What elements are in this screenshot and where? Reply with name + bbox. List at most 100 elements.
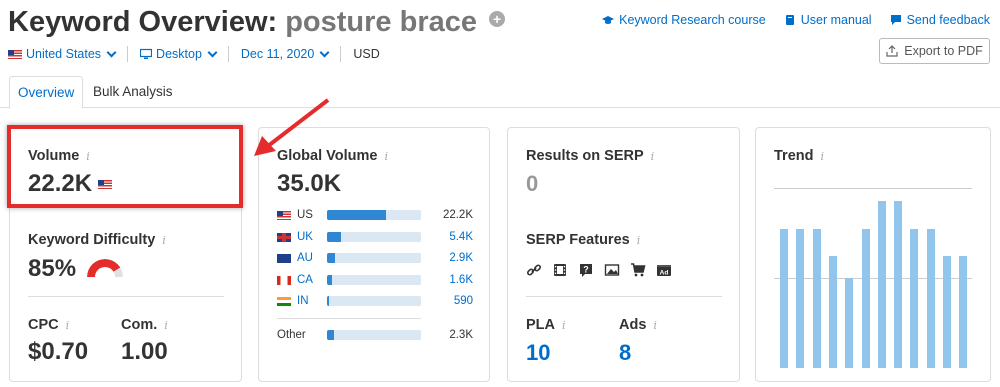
tab-overview[interactable]: Overview [9,76,84,109]
trend-bar[interactable] [861,229,870,368]
volume-bar-fill [327,330,334,340]
divider [340,46,342,62]
image-icon[interactable] [604,262,620,278]
country-row-uk[interactable]: UK 5.4K [277,229,473,245]
export-icon [886,45,898,57]
currency-label: USD [353,47,380,61]
cpc-heading: CPC i [28,317,69,333]
plus-circle-icon[interactable]: + [489,11,506,28]
trend-bar[interactable] [845,278,854,368]
trend-bar[interactable] [877,200,886,368]
pla-value[interactable]: 10 [526,340,550,366]
trend-bar[interactable] [910,229,919,368]
us-flag-icon [277,210,291,220]
trend-bar[interactable] [926,229,935,368]
link-icon[interactable] [526,262,542,278]
user-manual-link[interactable]: User manual [784,13,872,27]
country-volume: 2.9K [449,252,473,264]
volume-bar-fill [327,296,329,306]
other-volume: 2.3K [449,329,473,341]
volume-heading: Volume i [28,148,90,164]
trend-chart [774,188,972,368]
tab-bar: Overview Bulk Analysis [0,76,1000,109]
user-manual-label: User manual [800,13,872,27]
svg-text:?: ? [583,265,589,275]
info-icon[interactable]: i [562,319,566,332]
volume-bar [327,210,421,220]
country-code: CA [297,274,313,286]
country-row-us[interactable]: US 22.2K [277,207,473,223]
country-select[interactable]: United States [8,47,127,61]
country-row-au[interactable]: AU 2.9K [277,250,473,266]
tab-bulk-analysis[interactable]: Bulk Analysis [85,76,181,108]
country-row-other: Other 2.3K [277,327,473,343]
info-icon[interactable]: i [164,319,168,332]
trend-bar[interactable] [894,200,903,368]
gridline [774,188,972,189]
serp-card: Results on SERP i 0 SERP Features i ? Ad P… [507,127,740,382]
divider [227,46,229,62]
chevron-down-icon [207,47,218,57]
device-select[interactable]: Desktop [140,47,228,61]
info-icon[interactable]: i [637,234,641,247]
export-pdf-button[interactable]: Export to PDF [879,38,990,64]
divider [127,46,129,62]
info-icon[interactable]: i [86,150,90,163]
send-feedback-label: Send feedback [906,13,990,27]
volume-value: 22.2K [28,170,113,198]
volume-card: Volume i 22.2K Keyword Difficulty i 85% CP… [9,127,242,382]
info-icon[interactable]: i [820,150,824,163]
trend-bar[interactable] [828,256,837,368]
send-feedback-link[interactable]: Send feedback [890,13,990,27]
ads-value[interactable]: 8 [619,340,631,366]
header: Keyword Overview: posture brace + Keywor… [0,0,1000,76]
country-row-ca[interactable]: CA 1.6K [277,272,473,288]
info-icon[interactable]: i [653,319,657,332]
competition-label: Com. [121,317,158,333]
page-title-label: Keyword Overview: [8,6,278,38]
keyword-research-course-link[interactable]: Keyword Research course [602,13,766,27]
desktop-icon [140,48,153,59]
trend-bar[interactable] [796,229,805,368]
trend-label: Trend [774,148,814,164]
country-volume: 1.6K [449,274,473,286]
ad-icon[interactable]: Ad [656,262,672,278]
cpc-value: $0.70 [28,338,89,365]
trend-bar[interactable] [812,229,821,368]
difficulty-gauge-icon [87,259,123,277]
country-code: UK [297,231,313,243]
uk-flag-icon [277,232,291,242]
ads-label: Ads [619,317,647,333]
film-icon[interactable] [552,262,568,278]
page-title: Keyword Overview: posture brace + [8,6,506,39]
keyword-difficulty-value: 85% [28,255,77,282]
info-icon[interactable]: i [162,234,166,247]
volume-bar-fill [327,210,387,220]
serp-features-heading: SERP Features i [526,232,640,248]
volume-bar-fill [327,232,342,242]
cpc-label: CPC [28,317,59,333]
results-on-serp-value: 0 [526,171,539,196]
info-icon[interactable]: i [66,319,70,332]
question-icon[interactable]: ? [578,262,594,278]
shopping-cart-icon[interactable] [630,262,646,278]
chevron-down-icon [319,47,330,57]
pla-heading: PLA i [526,317,566,333]
divider [526,296,722,297]
trend-bar[interactable] [943,256,951,368]
country-code: US [297,209,313,221]
country-row-in[interactable]: IN 590 [277,293,473,309]
trend-heading: Trend i [774,148,824,164]
speech-bubble-icon [890,15,901,25]
info-icon[interactable]: i [384,150,388,163]
info-icon[interactable]: i [651,150,655,163]
ads-heading: Ads i [619,317,657,333]
trend-bar[interactable] [780,229,788,368]
trend-bar[interactable] [959,256,968,368]
country-label: United States [26,47,102,61]
volume-bar [327,296,421,306]
country-volume: 590 [453,295,473,307]
au-flag-icon [277,253,291,263]
date-select[interactable]: Dec 11, 2020 [241,47,340,61]
country-volume: 22.2K [442,209,473,221]
